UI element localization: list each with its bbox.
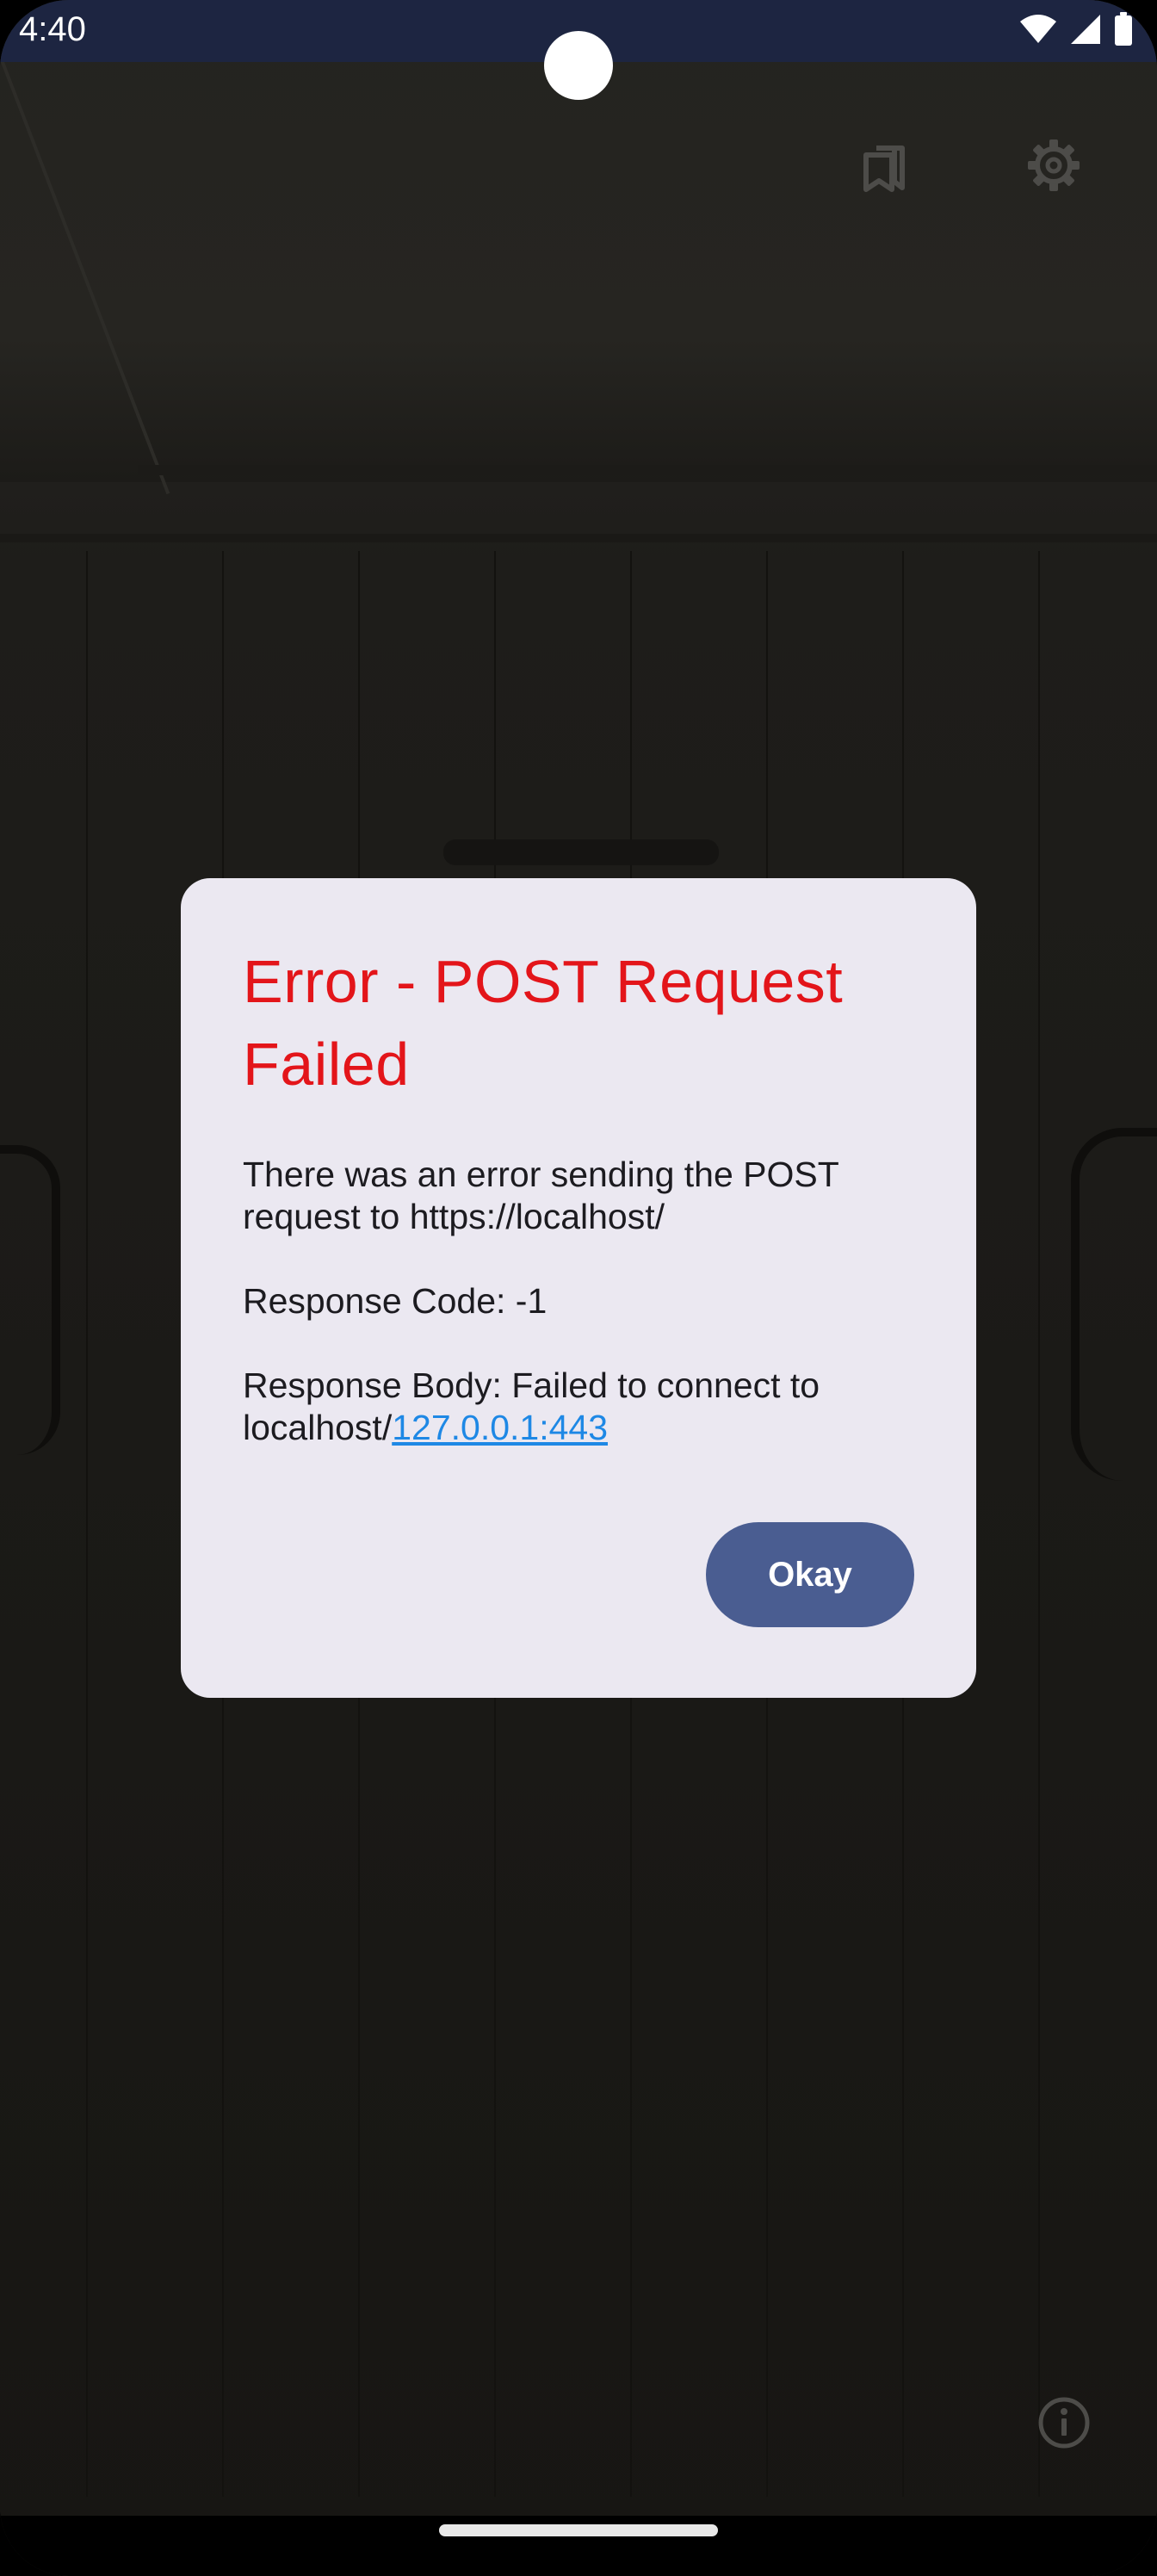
okay-button[interactable]: Okay — [706, 1522, 914, 1627]
status-time: 4:40 — [19, 10, 86, 48]
dialog-title: Error - POST Request Failed — [243, 948, 844, 1098]
dialog-message: There was an error sending the POST requ… — [243, 1154, 914, 1449]
status-icons — [1019, 12, 1133, 51]
app-screen: 4:40 Error - POST Request Failed There w… — [0, 0, 1157, 2576]
front-camera-cutout — [544, 31, 613, 100]
wifi-icon — [1019, 14, 1057, 49]
response-body: Response Body: Failed to connect to loca… — [243, 1365, 914, 1449]
home-gesture-handle[interactable] — [439, 2524, 718, 2536]
bookmarks-icon[interactable] — [859, 138, 914, 193]
response-code: Response Code: -1 — [243, 1281, 548, 1321]
error-description: There was an error sending the POST requ… — [243, 1155, 839, 1236]
ip-address-link[interactable]: 127.0.0.1:443 — [392, 1408, 608, 1447]
battery-icon — [1114, 12, 1133, 51]
settings-gear-icon[interactable] — [1026, 138, 1081, 193]
info-icon[interactable] — [1036, 2395, 1092, 2450]
error-dialog: Error - POST Request Failed There was an… — [181, 878, 976, 1698]
cellular-signal-icon — [1069, 13, 1102, 50]
